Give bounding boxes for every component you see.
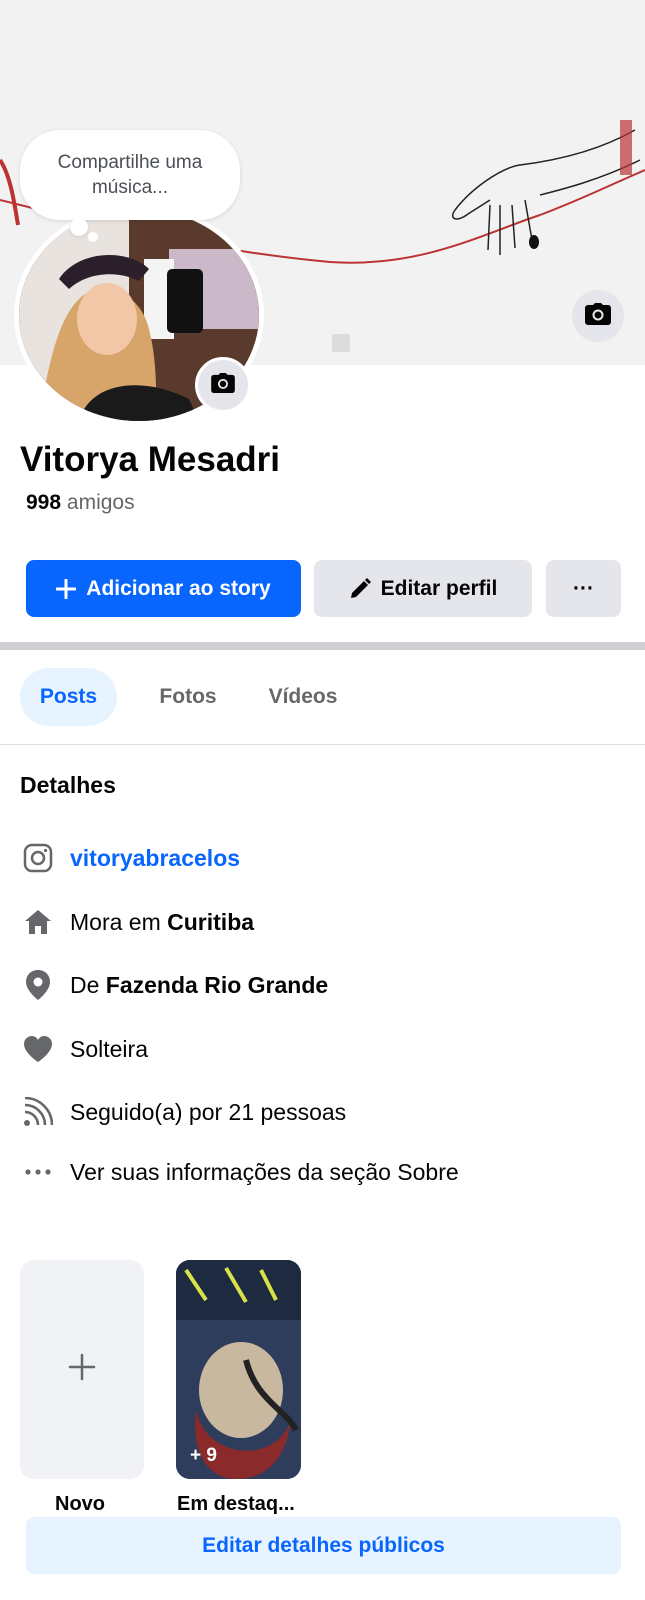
add-to-story-button[interactable]: Adicionar ao story xyxy=(26,560,301,617)
instagram-link[interactable]: vitoryabracelos xyxy=(70,845,240,872)
featured-new-button[interactable] xyxy=(20,1260,144,1479)
tabs-divider xyxy=(0,744,645,745)
detail-from: De Fazenda Rio Grande xyxy=(20,965,625,1005)
featured-highlight-label: Em destaq... xyxy=(177,1493,295,1515)
section-divider xyxy=(0,642,645,650)
profile-picture-container[interactable] xyxy=(14,204,264,426)
camera-icon xyxy=(585,302,611,330)
plus-icon xyxy=(56,578,77,599)
from-city: Fazenda Rio Grande xyxy=(105,971,329,998)
camera-icon xyxy=(211,372,235,398)
detail-see-about[interactable]: Ver suas informações da seção Sobre xyxy=(20,1152,625,1192)
location-pin-icon xyxy=(20,967,56,1003)
rss-feed-icon xyxy=(20,1094,56,1130)
friends-count[interactable]: 998 amigos xyxy=(26,491,135,515)
friends-number: 998 xyxy=(26,491,62,514)
relationship-status: Solteira xyxy=(70,1035,148,1062)
friends-label: amigos xyxy=(66,491,135,514)
more-dots-icon xyxy=(20,1154,56,1190)
edit-profile-button[interactable]: Editar perfil xyxy=(314,560,532,617)
details-title: Detalhes xyxy=(20,772,116,798)
bubble-tail xyxy=(70,218,88,236)
featured-new-label: Novo xyxy=(55,1493,105,1515)
detail-followers[interactable]: Seguido(a) por 21 pessoas xyxy=(20,1092,625,1132)
plus-icon xyxy=(68,1353,96,1386)
detail-lives-in: Mora em Curitiba xyxy=(20,902,625,942)
more-options-button[interactable]: ··· xyxy=(546,560,621,617)
add-to-story-label: Adicionar ao story xyxy=(86,576,271,600)
heart-icon xyxy=(20,1031,56,1067)
detail-instagram: vitoryabracelos xyxy=(20,838,625,878)
edit-profile-label: Editar perfil xyxy=(380,576,498,600)
edit-public-details-button[interactable]: Editar detalhes públicos xyxy=(26,1517,621,1574)
tab-videos[interactable]: Vídeos xyxy=(248,668,358,726)
avatar-camera-button[interactable] xyxy=(195,357,251,413)
from-prefix: De xyxy=(70,971,106,998)
tab-posts[interactable]: Posts xyxy=(20,668,117,726)
featured-highlight[interactable]: + 9 xyxy=(176,1260,301,1479)
cover-camera-button[interactable] xyxy=(572,290,624,342)
detail-relationship: Solteira xyxy=(20,1029,625,1069)
watermark-icon xyxy=(332,334,350,352)
lives-prefix: Mora em xyxy=(70,908,168,935)
bubble-tail-small xyxy=(88,232,98,242)
more-icon: ··· xyxy=(573,576,594,600)
see-about-text: Ver suas informações da seção Sobre xyxy=(70,1158,459,1185)
tab-fotos[interactable]: Fotos xyxy=(138,668,238,726)
pencil-icon xyxy=(349,577,371,600)
instagram-icon xyxy=(20,840,56,876)
home-icon xyxy=(20,904,56,940)
lives-city: Curitiba xyxy=(167,908,255,935)
share-music-bubble[interactable]: Compartilhe uma música... xyxy=(20,130,240,220)
highlight-count: + 9 xyxy=(190,1445,217,1466)
followers-text: Seguido(a) por 21 pessoas xyxy=(70,1098,347,1125)
profile-name: Vitorya Mesadri xyxy=(20,440,281,479)
bubble-text: Compartilhe uma música... xyxy=(57,152,203,198)
